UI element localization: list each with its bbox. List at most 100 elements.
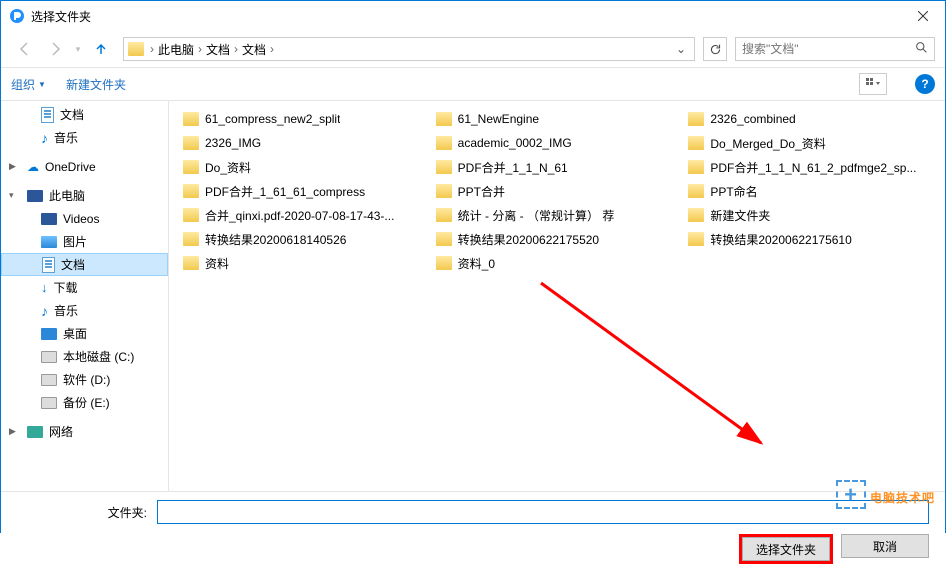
tree-label: 图片 [63, 233, 87, 250]
chevron-right-icon[interactable]: › [148, 42, 156, 56]
tree-label: 此电脑 [49, 187, 85, 204]
sidebar-item-documents[interactable]: 文档 [1, 253, 168, 276]
folder-item[interactable]: 资料 [181, 253, 428, 273]
search-icon[interactable] [915, 41, 928, 57]
folder-icon [183, 184, 199, 198]
folder-item[interactable]: 2326_IMG [181, 133, 428, 153]
sidebar-item-pictures[interactable]: 图片 [1, 230, 168, 253]
folder-item[interactable]: academic_0002_IMG [434, 133, 681, 153]
cancel-button[interactable]: 取消 [841, 534, 929, 558]
toolbar: 组织▼ 新建文件夹 ? [1, 67, 945, 101]
search-input[interactable] [742, 42, 915, 56]
expand-icon[interactable]: ▶ [9, 426, 19, 437]
folder-item[interactable]: 统计 - 分离 - （常规计算） 荐 [434, 205, 681, 225]
address-bar[interactable]: › 此电脑 › 文档 › 文档 › ⌄ [123, 37, 695, 61]
folder-item[interactable]: PDF合并_1_1_N_61 [434, 157, 681, 177]
sidebar-item-diske[interactable]: 备份 (E:) [1, 391, 168, 414]
folder-item[interactable]: 合并_qinxi.pdf-2020-07-08-17-43-... [181, 205, 428, 225]
sidebar-item-network[interactable]: ▶网络 [1, 420, 168, 443]
file-area[interactable]: 61_compress_new2_split 61_NewEngine 2326… [169, 101, 945, 491]
file-label: Do_Merged_Do_资料 [710, 135, 825, 152]
select-folder-button[interactable]: 选择文件夹 [742, 537, 830, 561]
sidebar-item-music-top[interactable]: ♪音乐 [1, 126, 168, 149]
tree-label: 桌面 [63, 325, 87, 342]
sidebar-item-onedrive[interactable]: ▶☁OneDrive [1, 155, 168, 178]
folder-icon [688, 208, 704, 222]
chevron-right-icon[interactable]: › [268, 42, 276, 56]
folder-item[interactable]: Do_资料 [181, 157, 428, 177]
folder-item[interactable]: 2326_combined [686, 109, 933, 129]
file-label: PDF合并_1_1_N_61_2_pdfmge2_sp... [710, 159, 916, 176]
sidebar-item-videos[interactable]: Videos [1, 207, 168, 230]
folder-item[interactable]: PPT命名 [686, 181, 933, 201]
up-button[interactable] [87, 36, 115, 62]
new-folder-button[interactable]: 新建文件夹 [66, 76, 126, 93]
desktop-icon [41, 328, 57, 340]
folder-input[interactable] [157, 500, 929, 524]
folder-item[interactable]: 61_compress_new2_split [181, 109, 428, 129]
forward-button[interactable] [41, 36, 69, 62]
folder-icon [436, 112, 452, 126]
file-label: 资料_0 [458, 255, 495, 272]
folder-item[interactable]: Do_Merged_Do_资料 [686, 133, 933, 153]
back-button[interactable] [11, 36, 39, 62]
folder-item[interactable]: PDF合并_1_61_61_compress [181, 181, 428, 201]
new-folder-label: 新建文件夹 [66, 76, 126, 93]
file-label: 61_compress_new2_split [205, 112, 340, 126]
folder-item[interactable]: 转换结果20200622175610 [686, 229, 933, 249]
sidebar: 文档 ♪音乐 ▶☁OneDrive ▾此电脑 Videos 图片 文档 ↓下载 … [1, 101, 169, 491]
folder-item[interactable]: 61_NewEngine [434, 109, 681, 129]
folder-icon [436, 208, 452, 222]
sidebar-item-thispc[interactable]: ▾ 此电脑 [1, 184, 168, 207]
breadcrumb-docs1[interactable]: 文档 [204, 41, 232, 58]
sidebar-item-diskc[interactable]: 本地磁盘 (C:) [1, 345, 168, 368]
folder-icon [688, 232, 704, 246]
sidebar-item-diskd[interactable]: 软件 (D:) [1, 368, 168, 391]
folder-icon [436, 136, 452, 150]
arrow-up-icon [93, 41, 109, 57]
chevron-right-icon[interactable]: › [232, 42, 240, 56]
chevron-down-icon: ▼ [38, 80, 46, 89]
tree-label: 文档 [61, 256, 85, 273]
recent-dropdown[interactable]: ▾ [71, 36, 85, 62]
chevron-right-icon[interactable]: › [196, 42, 204, 56]
sidebar-item-music[interactable]: ♪音乐 [1, 299, 168, 322]
document-icon [42, 257, 55, 273]
organize-button[interactable]: 组织▼ [11, 76, 46, 93]
folder-item[interactable]: PDF合并_1_1_N_61_2_pdfmge2_sp... [686, 157, 933, 177]
sidebar-item-downloads[interactable]: ↓下载 [1, 276, 168, 299]
collapse-icon[interactable]: ▾ [9, 190, 19, 201]
breadcrumb-docs2[interactable]: 文档 [240, 41, 268, 58]
sidebar-item-desktop[interactable]: 桌面 [1, 322, 168, 345]
help-icon: ? [921, 77, 928, 91]
file-label: 新建文件夹 [710, 207, 770, 224]
footer: 文件夹: 选择文件夹 取消 [1, 491, 945, 572]
view-icon [866, 78, 880, 90]
network-icon [27, 426, 43, 438]
folder-icon [183, 112, 199, 126]
folder-icon [183, 232, 199, 246]
file-label: 2326_combined [710, 112, 795, 126]
refresh-button[interactable] [703, 37, 727, 61]
breadcrumb-thispc[interactable]: 此电脑 [156, 41, 196, 58]
folder-icon [688, 136, 704, 150]
folder-item[interactable]: PPT合并 [434, 181, 681, 201]
arrow-left-icon [17, 41, 33, 57]
address-dropdown[interactable]: ⌄ [672, 42, 690, 56]
view-button[interactable] [859, 73, 887, 95]
tree-label: OneDrive [45, 160, 96, 174]
tree-label: 软件 (D:) [63, 371, 110, 388]
folder-icon [183, 256, 199, 270]
close-button[interactable] [900, 1, 945, 31]
search-box[interactable] [735, 37, 935, 61]
file-label: 转换结果20200622175520 [458, 231, 599, 248]
expand-icon[interactable]: ▶ [9, 161, 19, 172]
file-label: 统计 - 分离 - （常规计算） 荐 [458, 207, 615, 224]
sidebar-item-documents-top[interactable]: 文档 [1, 103, 168, 126]
folder-item[interactable]: 转换结果20200622175520 [434, 229, 681, 249]
folder-item[interactable]: 新建文件夹 [686, 205, 933, 225]
folder-icon [128, 42, 144, 56]
help-button[interactable]: ? [915, 74, 935, 94]
folder-item[interactable]: 转换结果20200618140526 [181, 229, 428, 249]
folder-item[interactable]: 资料_0 [434, 253, 681, 273]
